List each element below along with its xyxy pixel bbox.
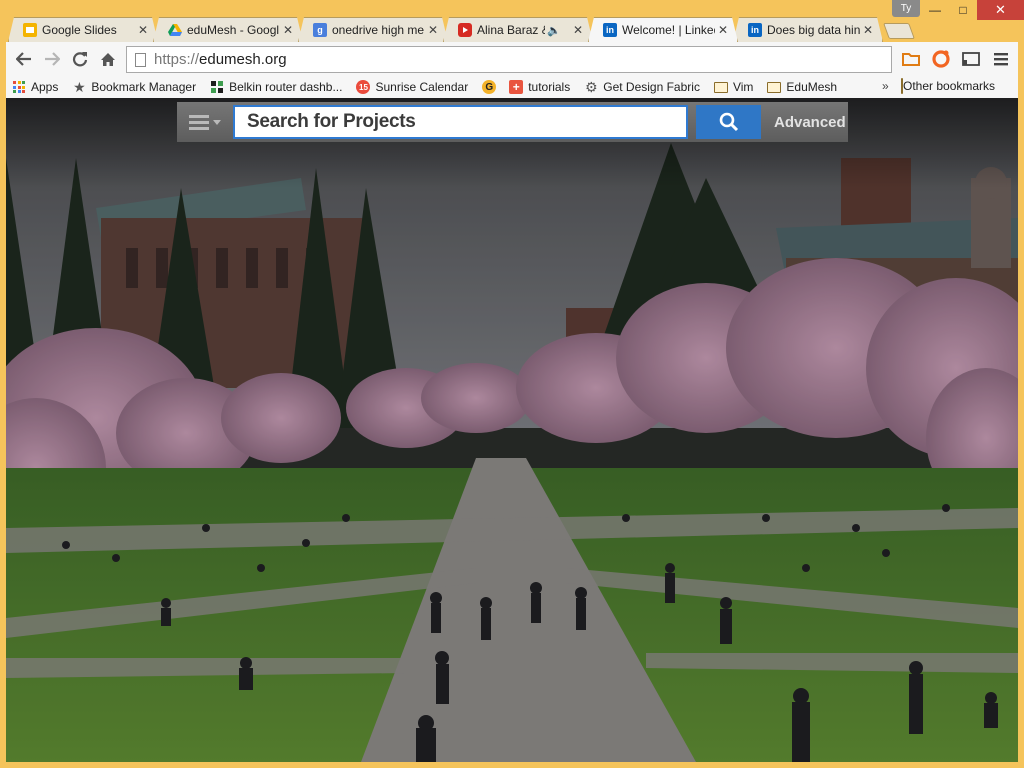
gear-icon: ⚙	[584, 78, 598, 95]
address-bar[interactable]: https:// edumesh.org	[126, 46, 892, 73]
chevron-down-icon	[213, 119, 221, 125]
tab-title: Alina Baraz & G	[477, 23, 539, 37]
youtube-icon	[458, 23, 472, 37]
bookmark-label: EduMesh	[786, 80, 838, 94]
bookmark-label: Sunrise Calendar	[375, 80, 469, 94]
search-icon	[719, 112, 738, 132]
bookmark-label: tutorials	[528, 80, 571, 94]
campus-hero-image	[6, 98, 1018, 762]
linkedin-icon: in	[603, 23, 617, 37]
maximize-icon[interactable]: □	[949, 0, 977, 20]
menu-button[interactable]	[177, 102, 233, 142]
cast-icon[interactable]	[958, 46, 984, 72]
google-search-icon: g	[313, 23, 327, 37]
bookmarks-bar: Apps ★ Bookmark Manager Belkin router da…	[6, 76, 1018, 98]
browser-toolbar: https:// edumesh.org	[6, 42, 1018, 76]
plus-square-icon: +	[509, 80, 524, 94]
g-circle-icon: G	[482, 80, 497, 94]
bookmark-label: Belkin router dashb...	[229, 80, 343, 94]
tab-google-slides[interactable]: Google Slides ✕	[8, 17, 158, 42]
tab-title: eduMesh - Googl	[187, 23, 280, 37]
bookmark-manager[interactable]: ★ Bookmark Manager	[72, 78, 197, 95]
project-search-input[interactable]: Search for Projects	[233, 105, 688, 139]
bookmark-apps[interactable]: Apps	[12, 80, 58, 94]
tab-strip: Google Slides ✕ eduMesh - Googl ✕ g oned…	[8, 17, 915, 42]
back-arrow-icon[interactable]	[10, 45, 38, 73]
hamburger-icon	[189, 114, 209, 130]
close-window-icon[interactable]: ✕	[977, 0, 1024, 20]
audio-playing-icon: 🔈	[547, 24, 561, 37]
home-icon[interactable]	[94, 45, 122, 73]
bookmarks-overflow-chevron[interactable]: »	[882, 79, 889, 93]
tab-title: Does big data hin	[767, 23, 860, 37]
ring-extension-icon[interactable]	[928, 46, 954, 72]
google-drive-icon	[168, 23, 182, 37]
extension-area	[898, 46, 1014, 72]
tab-title: onedrive high me	[332, 23, 425, 37]
bookmark-label: Bookmark Manager	[91, 80, 197, 94]
page-viewport: Search for Projects Advanced	[6, 98, 1018, 762]
chrome-menu-icon[interactable]	[988, 46, 1014, 72]
bookmark-sunrise-calendar[interactable]: 15 Sunrise Calendar	[356, 80, 468, 94]
bookmark-folder-vim[interactable]: Vim	[713, 80, 754, 94]
advanced-search-link[interactable]: Advanced	[774, 114, 846, 131]
tab-title: Google Slides	[42, 23, 117, 37]
sunrise-calendar-icon: 15	[356, 80, 371, 94]
close-tab-icon[interactable]: ✕	[428, 23, 438, 37]
page-icon	[135, 52, 146, 67]
close-tab-icon[interactable]: ✕	[138, 23, 148, 37]
tab-title: Welcome! | Linked	[622, 23, 715, 37]
bookmark-other-bookmarks[interactable]: Other bookmarks	[901, 78, 996, 94]
bookmark-folder-edumesh[interactable]: EduMesh	[767, 80, 837, 94]
reload-icon[interactable]	[66, 45, 94, 73]
profile-avatar[interactable]: Ty	[892, 0, 920, 17]
close-tab-icon[interactable]: ✕	[573, 23, 583, 37]
apps-grid-icon	[12, 80, 26, 94]
folder-extension-icon[interactable]	[898, 46, 924, 72]
url-protocol: https://	[154, 51, 200, 68]
folder-icon	[767, 80, 782, 94]
url-host: edumesh.org	[199, 51, 287, 68]
tab-onedrive-search[interactable]: g onedrive high me ✕	[298, 17, 448, 42]
close-tab-icon[interactable]: ✕	[718, 23, 728, 37]
bookmark-label: Apps	[31, 80, 59, 94]
close-tab-icon[interactable]: ✕	[283, 23, 293, 37]
browser-window: Ty — □ ✕ Google Slides ✕ eduMesh - Googl…	[0, 0, 1024, 768]
folder-icon	[713, 80, 728, 94]
project-search-bar: Search for Projects Advanced	[177, 102, 848, 142]
window-bottom-border	[0, 762, 1024, 768]
bookmark-g[interactable]: G	[482, 80, 501, 94]
bookmark-label: Other bookmarks	[903, 79, 996, 93]
close-tab-icon[interactable]: ✕	[863, 23, 873, 37]
search-button[interactable]	[696, 105, 761, 139]
star-icon: ★	[73, 78, 86, 95]
tab-youtube-alina-baraz[interactable]: Alina Baraz & G 🔈 ✕	[443, 17, 593, 42]
new-tab-button[interactable]	[883, 23, 915, 39]
google-slides-icon	[23, 23, 37, 37]
tab-linkedin-welcome[interactable]: in Welcome! | Linked ✕	[588, 17, 738, 42]
linkedin-icon: in	[748, 23, 762, 37]
bookmark-label: Get Design Fabric	[603, 80, 700, 94]
bookmark-get-design-fabric[interactable]: ⚙ Get Design Fabric	[584, 78, 700, 95]
bookmark-belkin[interactable]: Belkin router dashb...	[210, 80, 342, 94]
tab-edumesh-drive[interactable]: eduMesh - Googl ✕	[153, 17, 303, 42]
belkin-icon	[210, 80, 224, 94]
minimize-icon[interactable]: —	[921, 0, 949, 20]
forward-arrow-icon[interactable]	[38, 45, 66, 73]
bookmark-label: Vim	[732, 80, 754, 94]
tab-linkedin-big-data[interactable]: in Does big data hin ✕	[733, 17, 883, 42]
window-controls: — □ ✕	[921, 0, 1024, 20]
bookmark-tutorials[interactable]: + tutorials	[509, 80, 570, 94]
